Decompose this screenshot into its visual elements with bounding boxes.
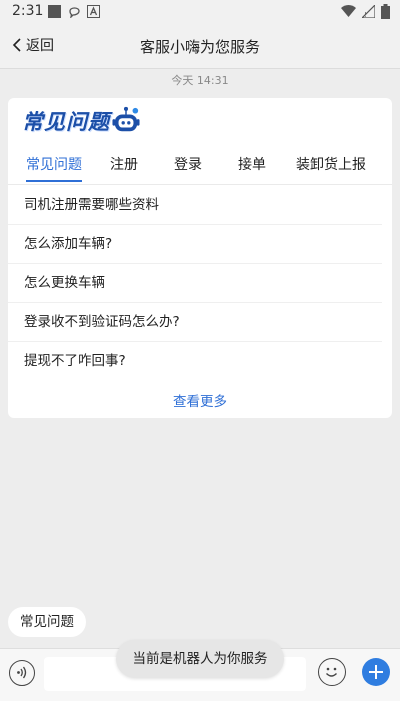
tab-login[interactable]: 登录 (174, 154, 202, 174)
battery-icon (381, 4, 390, 19)
status-time: 2:31 (12, 3, 44, 19)
plus-icon (369, 665, 383, 679)
square-notification-icon (48, 5, 61, 18)
view-more-link[interactable]: 查看更多 (8, 390, 392, 410)
smiley-icon (326, 667, 337, 677)
tab-register[interactable]: 注册 (110, 154, 138, 174)
status-bar: 2:31 ! (0, 0, 400, 24)
nav-bar: 返回 客服小嗨为您服务 (0, 24, 400, 69)
wifi-icon (341, 5, 356, 17)
voice-button[interactable] (9, 660, 35, 686)
message-timestamp: 今天 14:31 (171, 74, 229, 87)
tab-accept-orders[interactable]: 接单 (238, 154, 266, 174)
plus-button[interactable] (362, 658, 390, 686)
question-item[interactable]: 登录收不到验证码怎么办? (8, 303, 382, 342)
quick-reply-chip[interactable]: 常见问题 (8, 607, 86, 637)
question-item[interactable]: 怎么更换车辆 (8, 264, 382, 303)
tab-loading-report[interactable]: 装卸货上报 (296, 154, 366, 174)
emoji-button[interactable] (318, 658, 346, 686)
voice-icon (17, 666, 27, 679)
svg-text:!: ! (364, 11, 367, 18)
faq-logo-text: 常见问题 (22, 110, 110, 134)
question-item[interactable]: 提现不了咋回事? (8, 342, 382, 380)
faq-card-header: 常见问题 (22, 106, 140, 136)
active-tab-indicator (26, 180, 82, 182)
chat-notification-icon (69, 7, 80, 18)
app-a-icon (87, 5, 100, 18)
robot-icon (112, 106, 140, 132)
page-title: 客服小嗨为您服务 (139, 38, 260, 56)
signal-icon: ! (362, 5, 375, 18)
faq-card: 常见问题 常见问题 注册 登录 接单 装卸货上报 司机注册需要哪些资料 怎么添加… (8, 98, 392, 418)
tab-divider (8, 184, 392, 185)
faq-tabs: 常见问题 注册 登录 接单 装卸货上报 (8, 152, 392, 186)
question-item[interactable]: 司机注册需要哪些资料 (8, 186, 382, 225)
question-list: 司机注册需要哪些资料 怎么添加车辆? 怎么更换车辆 登录收不到验证码怎么办? 提… (8, 186, 392, 380)
toast-message: 当前是机器人为你服务 (116, 640, 284, 678)
tab-common-questions[interactable]: 常见问题 (26, 154, 82, 174)
question-item[interactable]: 怎么添加车辆? (8, 225, 382, 264)
